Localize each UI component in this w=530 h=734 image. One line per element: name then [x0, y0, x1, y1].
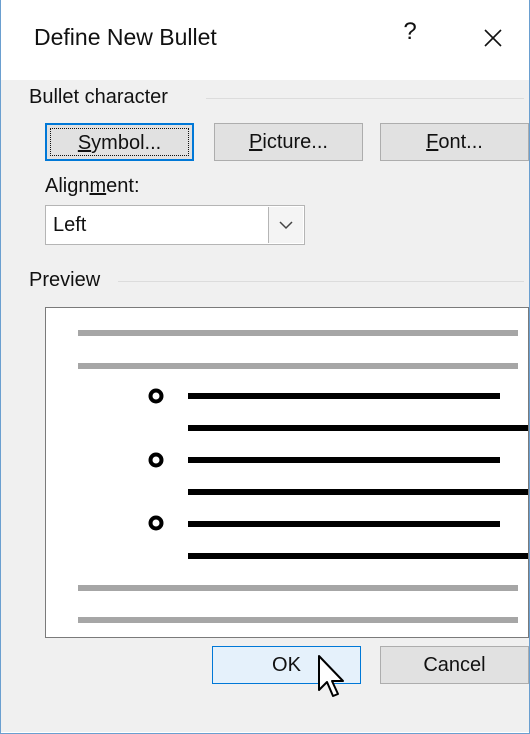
ok-button-label: OK	[272, 654, 301, 676]
pointer-cursor-icon	[318, 655, 344, 697]
focus-indicator	[50, 128, 189, 156]
preview-gray-line	[78, 363, 518, 369]
alignment-selected-value: Left	[53, 214, 87, 236]
cancel-button-label: Cancel	[423, 654, 486, 676]
preview-gray-line	[78, 585, 518, 591]
preview-black-line	[188, 393, 500, 399]
preview-black-line	[188, 425, 528, 431]
preview-group-label: Preview	[29, 269, 101, 291]
hollow-bullet-icon	[148, 388, 164, 404]
preview-black-line	[188, 521, 500, 527]
font-button-label: Font...	[426, 131, 483, 153]
close-button[interactable]	[477, 22, 509, 54]
dialog-title: Define New Bullet	[34, 24, 217, 50]
help-button[interactable]: ?	[397, 18, 423, 54]
bullet-character-group-label: Bullet character	[29, 86, 168, 108]
picture-button[interactable]: Picture...	[214, 123, 363, 161]
title-bar: Define New Bullet ?	[1, 0, 530, 80]
preview-black-line	[188, 489, 528, 495]
preview-gray-line	[78, 330, 518, 336]
alignment-dropdown-button[interactable]	[268, 207, 303, 243]
hollow-bullet-icon	[148, 515, 164, 531]
hollow-bullet-icon	[148, 452, 164, 468]
define-new-bullet-dialog: Define New Bullet ? Bullet character Sym…	[0, 0, 530, 734]
cancel-button[interactable]: Cancel	[380, 646, 529, 684]
symbol-button[interactable]: Symbol...	[45, 123, 194, 161]
preview-black-line	[188, 553, 528, 559]
bullet-character-group-divider	[206, 98, 524, 99]
preview-box	[45, 307, 529, 638]
chevron-down-icon	[279, 221, 293, 230]
picture-button-label: Picture...	[249, 131, 328, 153]
preview-gray-line	[78, 617, 518, 623]
preview-black-line	[188, 457, 500, 463]
preview-group-divider	[118, 281, 524, 282]
font-button[interactable]: Font...	[380, 123, 529, 161]
alignment-select[interactable]: Left	[45, 205, 305, 245]
mouse-cursor	[315, 654, 349, 700]
close-icon	[484, 29, 502, 47]
alignment-label: Alignment:	[45, 175, 140, 197]
bullet-preview-illustration	[78, 330, 528, 623]
